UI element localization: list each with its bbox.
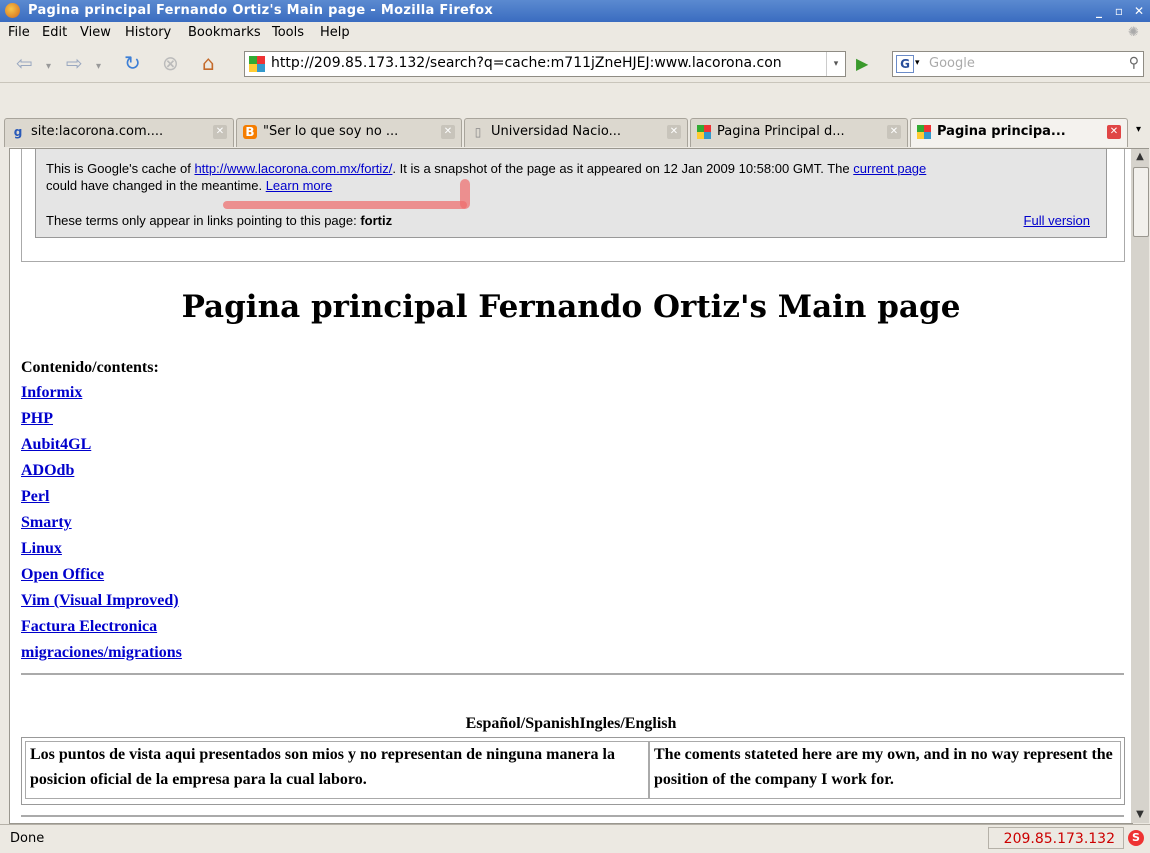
close-tab-icon[interactable]: ✕ bbox=[887, 125, 901, 139]
close-tab-icon[interactable]: ✕ bbox=[213, 125, 227, 139]
tab-label: Universidad Nacio... bbox=[491, 124, 621, 139]
menu-history[interactable]: History bbox=[125, 25, 171, 40]
blogger-icon: B bbox=[243, 125, 257, 139]
menu-file[interactable]: File bbox=[8, 25, 30, 40]
link-adodb[interactable]: ADOdb bbox=[21, 462, 74, 479]
link-vim[interactable]: Vim (Visual Improved) bbox=[21, 592, 179, 609]
tab-2[interactable]: B "Ser lo que soy no ... ✕ bbox=[236, 118, 462, 147]
contents-link-list: Informix PHP Aubit4GL ADOdb Perl Smarty … bbox=[21, 384, 182, 670]
divider bbox=[21, 673, 1124, 675]
firefox-icon bbox=[5, 3, 20, 18]
learn-more-link[interactable]: Learn more bbox=[266, 178, 332, 193]
forward-dropdown-icon[interactable]: ▾ bbox=[96, 56, 101, 78]
annotation-highlight-marker bbox=[460, 179, 470, 209]
link-factura-electronica[interactable]: Factura Electronica bbox=[21, 618, 157, 635]
menu-edit[interactable]: Edit bbox=[42, 25, 67, 40]
forward-button[interactable]: ⇨ bbox=[66, 52, 83, 74]
tab-5-active[interactable]: Pagina principa... ✕ bbox=[910, 118, 1128, 147]
link-perl[interactable]: Perl bbox=[21, 488, 49, 505]
contents-heading: Contenido/contents: bbox=[21, 359, 159, 376]
page-title: Pagina principal Fernando Ortiz's Main p… bbox=[181, 289, 961, 325]
current-page-link[interactable]: current page bbox=[853, 161, 926, 176]
google-favicon bbox=[697, 125, 711, 139]
maximize-button[interactable]: ▫ bbox=[1110, 2, 1128, 20]
search-box[interactable]: G ▾ Google ⚲ bbox=[892, 51, 1144, 77]
close-tab-icon[interactable]: ✕ bbox=[1107, 125, 1121, 139]
script-blocked-icon[interactable]: S bbox=[1128, 830, 1144, 846]
reload-button[interactable]: ↻ bbox=[124, 52, 141, 74]
google-favicon bbox=[917, 125, 931, 139]
back-dropdown-icon[interactable]: ▾ bbox=[46, 56, 51, 78]
link-php[interactable]: PHP bbox=[21, 410, 53, 427]
throbber-icon: ✺ bbox=[1128, 25, 1139, 40]
url-bar[interactable]: http://209.85.173.132/search?q=cache:m71… bbox=[244, 51, 846, 77]
status-text: Done bbox=[10, 831, 45, 846]
google-cache-banner: This is Google's cache of http://www.lac… bbox=[35, 149, 1107, 238]
minimize-button[interactable]: _ bbox=[1090, 2, 1108, 20]
tab-1[interactable]: g site:lacorona.com.... ✕ bbox=[4, 118, 234, 147]
tab-label: Pagina principa... bbox=[937, 124, 1066, 139]
cached-url-link[interactable]: http://www.lacorona.com.mx/fortiz/ bbox=[194, 161, 392, 176]
link-open-office[interactable]: Open Office bbox=[21, 566, 104, 583]
server-ip: 209.85.173.132 bbox=[988, 827, 1124, 849]
annotation-highlight bbox=[223, 201, 467, 209]
scroll-up-arrow-icon[interactable]: ▲ bbox=[1131, 149, 1149, 165]
close-tab-icon[interactable]: ✕ bbox=[667, 125, 681, 139]
go-button[interactable]: ▶ bbox=[856, 54, 868, 73]
cache-line-2: could have changed in the meantime. Lear… bbox=[46, 178, 333, 193]
search-engine-icon[interactable]: G bbox=[896, 55, 914, 73]
menu-view[interactable]: View bbox=[80, 25, 111, 40]
disclaimer-table: Los puntos de vista aqui presentados son… bbox=[21, 737, 1125, 805]
disclaimer-english: The coments stateted here are my own, an… bbox=[649, 741, 1121, 799]
link-aubit4gl[interactable]: Aubit4GL bbox=[21, 436, 91, 453]
scroll-thumb[interactable] bbox=[1133, 167, 1149, 237]
tab-label: site:lacorona.com.... bbox=[31, 124, 164, 139]
tab-label: Pagina Principal d... bbox=[717, 124, 845, 139]
home-button[interactable]: ⌂ bbox=[202, 52, 215, 74]
tab-4[interactable]: Pagina Principal d... ✕ bbox=[690, 118, 908, 147]
language-heading: Español/SpanishIngles/English bbox=[465, 715, 677, 732]
menu-bookmarks[interactable]: Bookmarks bbox=[188, 25, 261, 40]
divider-bottom bbox=[21, 815, 1124, 817]
tab-3[interactable]: ▯ Universidad Nacio... ✕ bbox=[464, 118, 688, 147]
search-term: fortiz bbox=[360, 213, 393, 228]
full-version-link[interactable]: Full version bbox=[1024, 213, 1090, 228]
navigation-toolbar: ⇦ ▾ ⇨ ▾ ↻ ⊗ ⌂ http://209.85.173.132/sear… bbox=[0, 44, 1150, 83]
search-icon[interactable]: ⚲ bbox=[1129, 55, 1139, 71]
window-title: Pagina principal Fernando Ortiz's Main p… bbox=[28, 3, 494, 18]
menu-tools[interactable]: Tools bbox=[272, 25, 304, 40]
link-smarty[interactable]: Smarty bbox=[21, 514, 72, 531]
link-informix[interactable]: Informix bbox=[21, 384, 82, 401]
url-text[interactable]: http://209.85.173.132/search?q=cache:m71… bbox=[271, 55, 823, 71]
cache-terms-line: These terms only appear in links pointin… bbox=[46, 213, 393, 228]
menu-help[interactable]: Help bbox=[320, 25, 350, 40]
engine-dropdown-icon[interactable]: ▾ bbox=[915, 58, 920, 68]
page-icon: ▯ bbox=[474, 125, 482, 139]
status-bar: Done 209.85.173.132 S bbox=[0, 824, 1150, 853]
url-dropdown-icon[interactable]: ▾ bbox=[826, 52, 845, 76]
menu-bar: File Edit View History Bookmarks Tools H… bbox=[0, 22, 1150, 44]
google-g-icon: g bbox=[13, 125, 23, 139]
cache-line-1: This is Google's cache of http://www.lac… bbox=[46, 161, 927, 176]
page-content: This is Google's cache of http://www.lac… bbox=[9, 148, 1133, 824]
title-bar: Pagina principal Fernando Ortiz's Main p… bbox=[0, 0, 1150, 22]
back-button[interactable]: ⇦ bbox=[16, 52, 33, 74]
tab-label: "Ser lo que soy no ... bbox=[263, 124, 399, 139]
search-placeholder[interactable]: Google bbox=[929, 56, 975, 71]
stop-button[interactable]: ⊗ bbox=[162, 52, 179, 74]
vertical-scrollbar[interactable]: ▲ ▼ bbox=[1131, 148, 1149, 823]
link-migraciones[interactable]: migraciones/migrations bbox=[21, 644, 182, 661]
scroll-down-arrow-icon[interactable]: ▼ bbox=[1131, 807, 1149, 823]
site-favicon bbox=[249, 56, 265, 72]
close-tab-icon[interactable]: ✕ bbox=[441, 125, 455, 139]
close-window-button[interactable]: ✕ bbox=[1130, 2, 1148, 20]
link-linux[interactable]: Linux bbox=[21, 540, 62, 557]
disclaimer-spanish: Los puntos de vista aqui presentados son… bbox=[25, 741, 649, 799]
tab-list-dropdown-icon[interactable]: ▾ bbox=[1136, 124, 1141, 135]
